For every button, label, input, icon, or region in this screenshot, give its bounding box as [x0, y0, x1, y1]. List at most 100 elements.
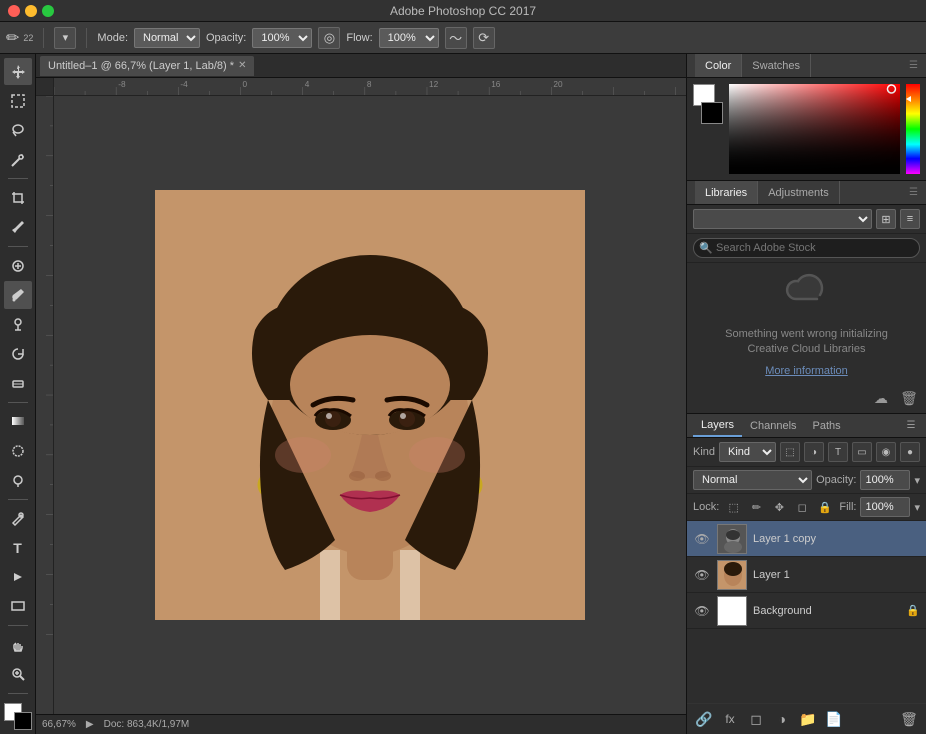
fg-bg-color-picker[interactable]: [693, 84, 723, 124]
adjustment-layer-btn[interactable]: ◑: [771, 708, 793, 730]
background-swatch[interactable]: [701, 102, 723, 124]
window-controls[interactable]: [8, 5, 54, 17]
rectangle-tool[interactable]: [4, 593, 32, 620]
layer-visibility-toggle[interactable]: 👁: [693, 566, 711, 584]
smart-filter-btn[interactable]: ◉: [876, 442, 896, 462]
eyedropper-tool[interactable]: [4, 214, 32, 241]
type-tool[interactable]: T: [4, 534, 32, 561]
layer-thumbnail: [717, 596, 747, 626]
blend-mode-select[interactable]: Normal: [693, 470, 812, 490]
lock-artboard-btn[interactable]: ◻: [794, 498, 811, 516]
more-info-link[interactable]: More information: [765, 365, 848, 377]
layer-style-btn[interactable]: fx: [719, 708, 741, 730]
canvas-viewport[interactable]: [54, 96, 686, 714]
libraries-search-input[interactable]: [693, 238, 920, 258]
new-layer-btn[interactable]: 📄: [823, 708, 845, 730]
ruler-corner: [36, 78, 54, 96]
fill-row: Fill: ▾: [839, 497, 920, 517]
paths-tab[interactable]: Paths: [805, 414, 849, 437]
layers-tab[interactable]: Layers: [693, 414, 742, 437]
libraries-bottom-bar: ☁ 🗑: [687, 383, 926, 413]
background-color[interactable]: [14, 712, 32, 730]
lock-transparent-btn[interactable]: ⬚: [725, 498, 742, 516]
lock-all-btn[interactable]: 🔒: [817, 498, 834, 516]
layer-row[interactable]: 👁 Layer 1: [687, 557, 926, 593]
lock-pixels-btn[interactable]: ✏: [748, 498, 765, 516]
pen-tool[interactable]: [4, 505, 32, 532]
crop-tool[interactable]: [4, 184, 32, 211]
fill-arrow[interactable]: ▾: [914, 501, 920, 514]
dodge-tool[interactable]: [4, 466, 32, 493]
doc-size: Doc: 863,4K/1,97M: [104, 719, 190, 730]
move-tool[interactable]: [4, 58, 32, 85]
history-brush-tool[interactable]: [4, 340, 32, 367]
layer-visibility-toggle[interactable]: 👁: [693, 530, 711, 548]
hue-bar[interactable]: [906, 84, 920, 174]
opacity-arrow[interactable]: ▾: [914, 474, 920, 487]
type-filter-btn[interactable]: T: [828, 442, 848, 462]
clone-stamp-tool[interactable]: [4, 311, 32, 338]
tool-separator-6: [8, 693, 28, 694]
layer-mask-btn[interactable]: ◻: [745, 708, 767, 730]
minimize-button[interactable]: [25, 5, 37, 17]
list-view-btn[interactable]: ≡: [900, 209, 920, 229]
channels-tab[interactable]: Channels: [742, 414, 804, 437]
color-panel-menu[interactable]: ☰: [909, 60, 918, 71]
link-layers-btn[interactable]: 🔗: [693, 708, 715, 730]
opacity-select[interactable]: 100%: [252, 28, 312, 48]
magic-wand-tool[interactable]: [4, 146, 32, 173]
healing-tool[interactable]: [4, 252, 32, 279]
new-group-btn[interactable]: 📁: [797, 708, 819, 730]
lasso-tool[interactable]: [4, 117, 32, 144]
doc-tab-close[interactable]: ✕: [238, 60, 246, 71]
svg-text:4: 4: [305, 80, 310, 89]
gradient-tool[interactable]: [4, 408, 32, 435]
color-tab[interactable]: Color: [695, 54, 742, 77]
zoom-level: 66,67%: [42, 719, 76, 730]
adjustment-filter-btn[interactable]: ◑: [804, 442, 824, 462]
svg-text:-8: -8: [118, 80, 126, 89]
maximize-button[interactable]: [42, 5, 54, 17]
airbrush-toggle[interactable]: ◎: [318, 27, 340, 49]
libraries-panel-menu[interactable]: ☰: [909, 187, 918, 198]
grid-view-btn[interactable]: ⊞: [876, 209, 896, 229]
flow-select[interactable]: 100%: [379, 28, 439, 48]
spectrum-gradient[interactable]: [729, 84, 900, 174]
brush-tool[interactable]: [4, 281, 32, 308]
fg-bg-colors[interactable]: [4, 703, 32, 730]
layer-row[interactable]: 👁 Background 🔒: [687, 593, 926, 629]
path-selection-tool[interactable]: [4, 563, 32, 590]
layer-visibility-toggle[interactable]: 👁: [693, 602, 711, 620]
brush-preset-picker[interactable]: ▾: [54, 27, 76, 49]
fill-input[interactable]: [860, 497, 910, 517]
tool-separator-4: [8, 499, 28, 500]
document-tab[interactable]: Untitled–1 @ 66,7% (Layer 1, Lab/8) * ✕: [40, 56, 254, 76]
swatches-tab[interactable]: Swatches: [742, 54, 811, 77]
lock-position-btn[interactable]: ✥: [771, 498, 788, 516]
shape-filter-btn[interactable]: ▭: [852, 442, 872, 462]
zoom-tool[interactable]: [4, 660, 32, 687]
filter-type-select[interactable]: Kind: [719, 442, 776, 462]
fill-label: Fill:: [839, 501, 856, 513]
mode-select[interactable]: Normal: [134, 28, 200, 48]
smoothing-toggle[interactable]: 〜: [445, 27, 467, 49]
eraser-tool[interactable]: [4, 369, 32, 396]
cloud-btn[interactable]: ☁: [870, 387, 892, 409]
libraries-dropdown[interactable]: [693, 209, 872, 229]
pixel-filter-btn[interactable]: ⬚: [780, 442, 800, 462]
close-button[interactable]: [8, 5, 20, 17]
libraries-tab[interactable]: Libraries: [695, 181, 758, 204]
opacity-input[interactable]: [860, 470, 910, 490]
layers-panel-menu[interactable]: ☰: [902, 417, 920, 435]
toolbar-separator-1: [43, 28, 44, 48]
layer-row[interactable]: 👁 Layer 1 copy: [687, 521, 926, 557]
canvas-container[interactable]: [155, 190, 585, 620]
delete-layer-btn[interactable]: 🗑: [898, 708, 920, 730]
hand-tool[interactable]: [4, 631, 32, 658]
adjustments-tab[interactable]: Adjustments: [758, 181, 840, 204]
delete-btn[interactable]: 🗑: [898, 387, 920, 409]
marquee-tool[interactable]: [4, 87, 32, 114]
angle-toggle[interactable]: ⟳: [473, 27, 495, 49]
toggle-filter-btn[interactable]: ●: [900, 442, 920, 462]
blur-tool[interactable]: [4, 437, 32, 464]
